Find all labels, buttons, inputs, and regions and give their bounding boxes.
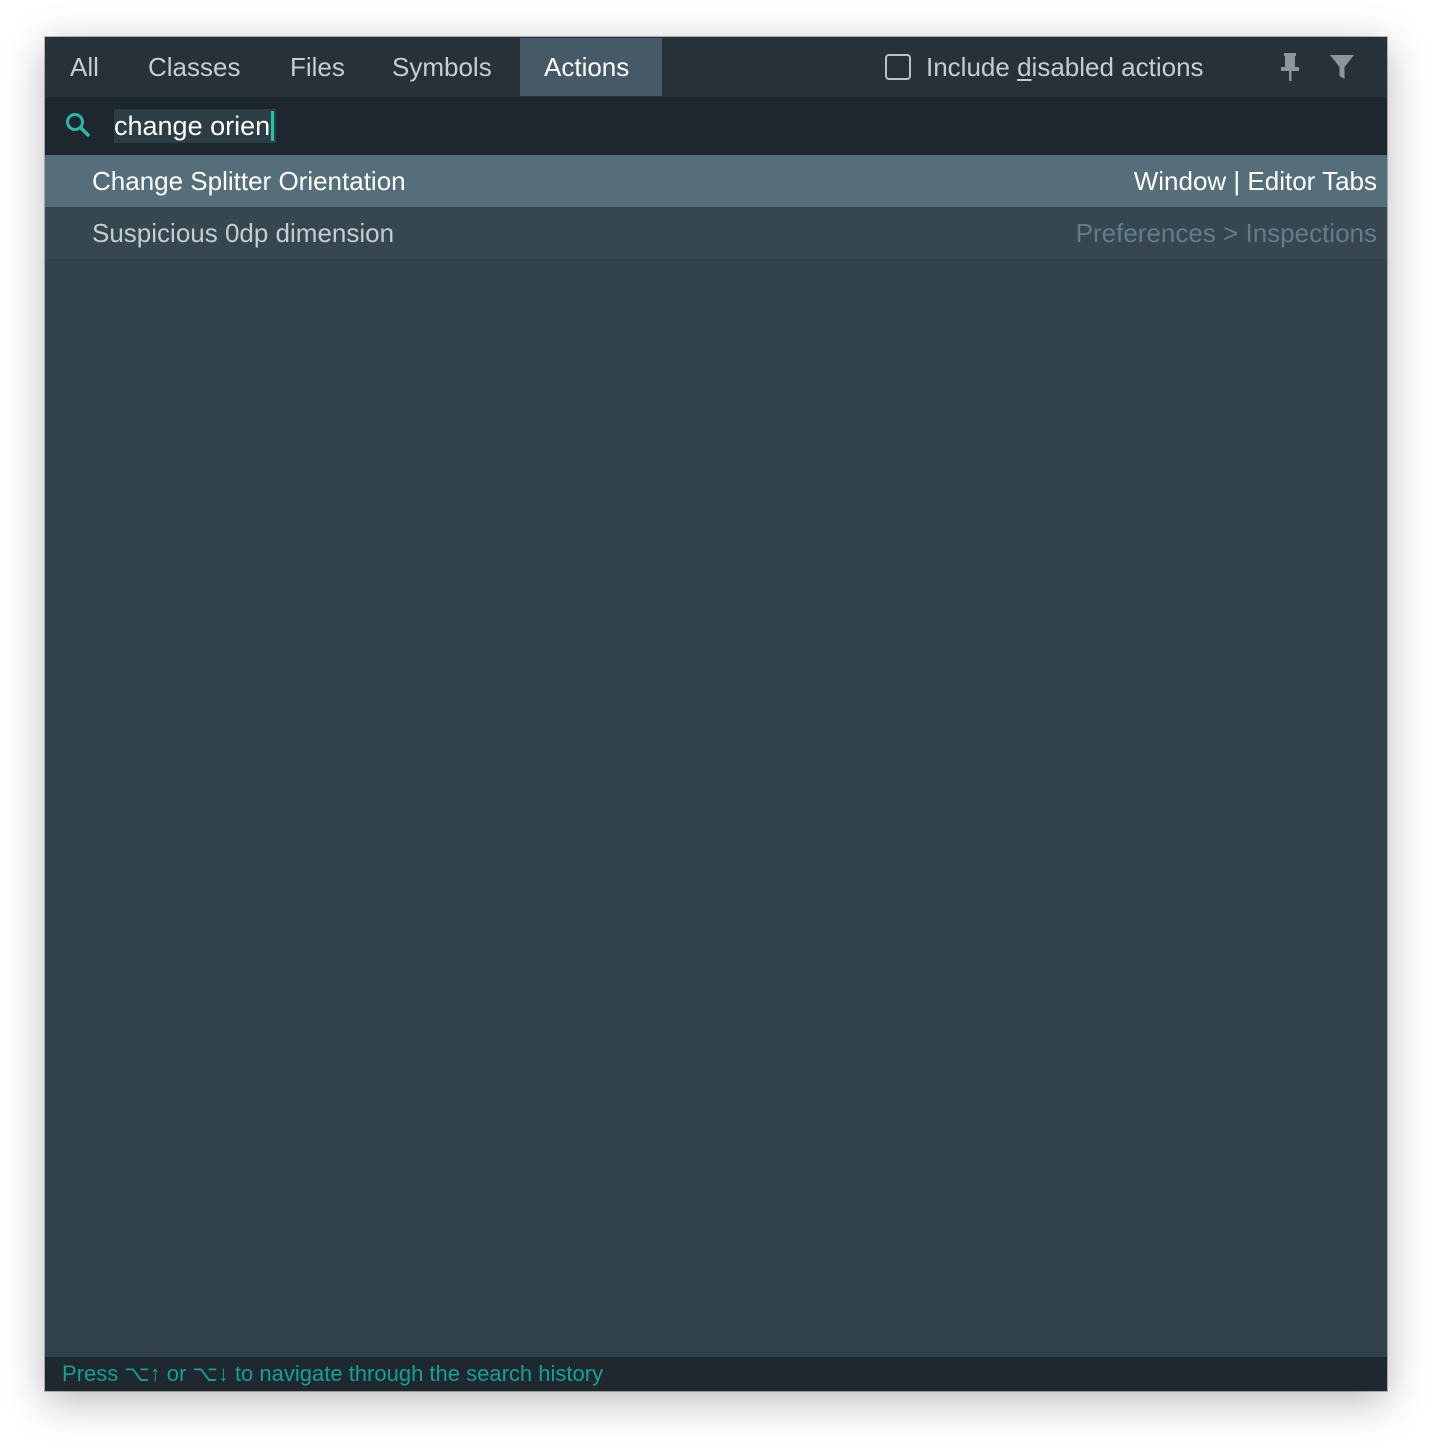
search-history-hint: Press ⌥↑ or ⌥↓ to navigate through the s… [45, 1357, 1387, 1391]
action-name: Change Splitter Orientation [92, 166, 406, 196]
pin-icon[interactable] [1274, 51, 1306, 83]
results-list: Change Splitter Orientation Window | Edi… [45, 155, 1387, 259]
tab-all[interactable]: All [46, 38, 123, 96]
search-input[interactable]: change orien [114, 109, 277, 143]
tab-actions[interactable]: Actions [520, 38, 662, 96]
tab-symbols[interactable]: Symbols [368, 38, 516, 96]
tab-bar: All Classes Files Symbols Actions Includ… [45, 37, 1387, 97]
text-caret [271, 111, 275, 141]
list-item[interactable]: Suspicious 0dp dimension Preferences > I… [45, 207, 1387, 259]
tab-classes[interactable]: Classes [124, 38, 264, 96]
hint-text: Press ⌥↑ or ⌥↓ to navigate through the s… [62, 1361, 604, 1386]
action-name: Suspicious 0dp dimension [92, 218, 395, 248]
search-row: change orien [45, 97, 1387, 155]
list-item[interactable]: Change Splitter Orientation Window | Edi… [45, 155, 1387, 207]
include-disabled-actions-option[interactable]: Include disabled actions [885, 37, 1204, 97]
include-disabled-label: Include disabled actions [926, 51, 1204, 82]
search-icon [63, 110, 93, 140]
include-disabled-checkbox[interactable] [885, 54, 911, 80]
filter-icon[interactable] [1326, 51, 1358, 83]
search-everywhere-popup: All Classes Files Symbols Actions Includ… [45, 37, 1387, 1391]
action-group-path: Window | Editor Tabs [1133, 166, 1377, 196]
action-group-path: Preferences > Inspections [1075, 218, 1377, 248]
tab-files[interactable]: Files [266, 38, 369, 96]
